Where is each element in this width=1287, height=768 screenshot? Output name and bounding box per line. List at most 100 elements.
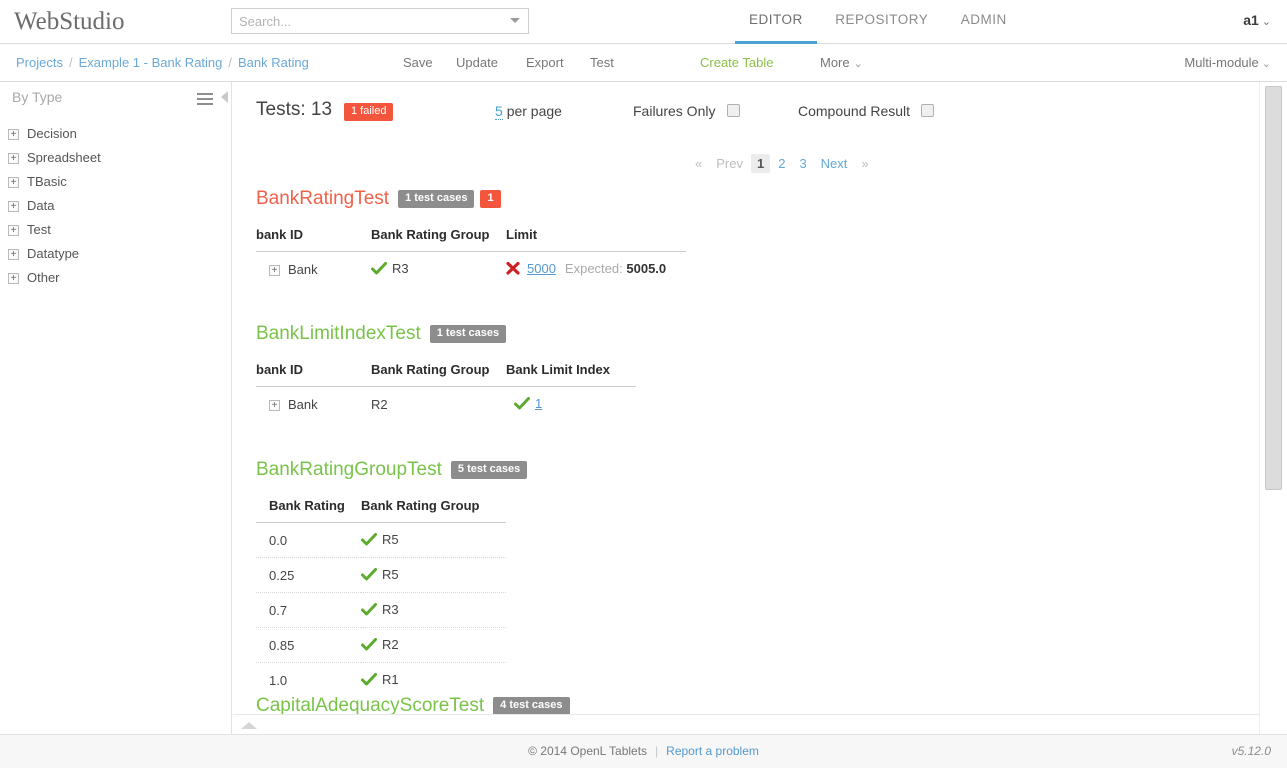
test-header: BankRatingTest1 test cases1 bbox=[256, 188, 686, 210]
pager-last[interactable]: » bbox=[855, 154, 874, 173]
table-row: 0.85 R2 bbox=[256, 628, 506, 663]
test-title[interactable]: BankRatingTest bbox=[256, 188, 389, 210]
pager-first[interactable]: « bbox=[689, 154, 708, 173]
more-button[interactable]: More⌄ bbox=[820, 55, 863, 70]
test-cases-badge: 5 test cases bbox=[451, 461, 527, 479]
top-header-bar: WebStudio EDITOR REPOSITORY ADMIN a1⌄ bbox=[0, 0, 1287, 44]
check-icon bbox=[361, 673, 377, 689]
sidebar-item-label: Data bbox=[27, 198, 54, 213]
expand-icon[interactable]: + bbox=[8, 153, 19, 164]
cell-bank-id-label: Bank bbox=[288, 397, 318, 412]
expand-icon[interactable]: + bbox=[269, 400, 280, 411]
footer-content: © 2014 OpenL Tablets|Report a problem bbox=[0, 744, 1287, 758]
expand-icon[interactable]: + bbox=[8, 225, 19, 236]
cell-bank-rating: 0.0 bbox=[256, 523, 361, 558]
column-header-bank-id: bank ID bbox=[256, 362, 371, 387]
test-header: BankLimitIndexTest 1 test cases bbox=[256, 323, 636, 345]
cell-value: R5 bbox=[382, 532, 399, 547]
breadcrumb-item-example[interactable]: Example 1 - Bank Rating bbox=[79, 55, 223, 70]
expand-icon[interactable]: + bbox=[8, 177, 19, 188]
cell-bank-rating-group: R5 bbox=[361, 523, 506, 558]
sidebar-item-decision[interactable]: + Decision bbox=[0, 122, 232, 146]
cell-limit: 5000Expected: 5005.0 bbox=[506, 252, 686, 287]
search-box[interactable] bbox=[231, 8, 529, 34]
sidebar-item-data[interactable]: + Data bbox=[0, 194, 232, 218]
sidebar-item-tbasic[interactable]: + TBasic bbox=[0, 170, 232, 194]
pager-prev[interactable]: Prev bbox=[710, 154, 749, 173]
cell-bank-id-label: Bank bbox=[288, 262, 318, 277]
create-table-button[interactable]: Create Table bbox=[700, 55, 773, 70]
page-title: Tests: 13 bbox=[256, 99, 332, 121]
cell-bank-limit-index: 1 bbox=[506, 387, 636, 422]
nav-tab-admin[interactable]: ADMIN bbox=[947, 0, 1021, 44]
update-button[interactable]: Update bbox=[456, 55, 498, 70]
pagination: «Prev123Next» bbox=[688, 154, 876, 173]
cell-value: R2 bbox=[382, 637, 399, 652]
sidebar-item-label: Datatype bbox=[27, 246, 79, 261]
copyright-text: © 2014 OpenL Tablets bbox=[528, 744, 647, 758]
cell-bank-rating-group: R2 bbox=[371, 387, 506, 422]
panel-resize-bar[interactable] bbox=[233, 714, 1259, 734]
sidebar-item-label: Spreadsheet bbox=[27, 150, 101, 165]
cell-value[interactable]: 1 bbox=[535, 396, 542, 411]
failures-only-checkbox[interactable] bbox=[727, 104, 740, 117]
sidebar-item-other[interactable]: +Other bbox=[0, 266, 232, 290]
per-page-value[interactable]: 5 bbox=[495, 103, 503, 120]
vertical-scrollbar[interactable] bbox=[1259, 82, 1287, 734]
test-title[interactable]: BankRatingGroupTest bbox=[256, 459, 442, 481]
app-logo: WebStudio bbox=[14, 8, 125, 36]
test-results-panel: Tests: 13 1 failed 5 per page Failures O… bbox=[233, 82, 1259, 734]
table-row: 0.7 R3 bbox=[256, 593, 506, 628]
scrollbar-thumb[interactable] bbox=[1265, 86, 1282, 490]
test-results-table: bank ID Bank Rating Group Limit + Bank bbox=[256, 227, 686, 286]
failures-only-label: Failures Only bbox=[633, 103, 715, 119]
multimodule-selector[interactable]: Multi-module⌄ bbox=[1184, 55, 1271, 70]
report-problem-link[interactable]: Report a problem bbox=[666, 744, 759, 758]
cell-value: R5 bbox=[382, 567, 399, 582]
cell-value: R3 bbox=[392, 261, 409, 276]
test-results-table: bank ID Bank Rating Group Bank Limit Ind… bbox=[256, 362, 636, 421]
sidebar-item-label: Decision bbox=[27, 126, 77, 141]
check-icon bbox=[361, 603, 377, 619]
table-header-row: bank ID Bank Rating Group Limit bbox=[256, 227, 686, 252]
column-header-bank-rating-group: Bank Rating Group bbox=[371, 362, 506, 387]
save-button[interactable]: Save bbox=[403, 55, 433, 70]
toolbar: Projects/Example 1 - Bank Rating/Bank Ra… bbox=[0, 44, 1287, 82]
cell-actual-value[interactable]: 5000 bbox=[527, 261, 556, 276]
nav-tab-editor[interactable]: EDITOR bbox=[735, 0, 817, 44]
column-header-bank-rating: Bank Rating bbox=[256, 498, 361, 523]
expand-icon[interactable]: + bbox=[8, 201, 19, 212]
compound-result-checkbox[interactable] bbox=[921, 104, 934, 117]
collapse-up-icon[interactable] bbox=[241, 722, 257, 729]
pager-next[interactable]: Next bbox=[815, 154, 854, 173]
sidebar-item-datatype[interactable]: + Datatype bbox=[0, 242, 232, 266]
breadcrumb-item-projects[interactable]: Projects bbox=[16, 55, 63, 70]
sidebar-item-spreadsheet[interactable]: + Spreadsheet bbox=[0, 146, 232, 170]
cell-bank-rating-group: R3 bbox=[371, 252, 506, 287]
sidebar-title: By Type bbox=[12, 89, 62, 105]
sidebar-item-test[interactable]: +Test bbox=[0, 218, 232, 242]
expand-icon[interactable]: + bbox=[8, 249, 19, 260]
collapse-left-icon[interactable] bbox=[221, 91, 228, 103]
user-menu[interactable]: a1⌄ bbox=[1243, 12, 1271, 28]
main-navigation: EDITOR REPOSITORY ADMIN bbox=[735, 0, 1021, 44]
test-title[interactable]: BankLimitIndexTest bbox=[256, 323, 421, 345]
chevron-down-icon[interactable] bbox=[510, 18, 520, 23]
search-input[interactable] bbox=[232, 9, 504, 33]
breadcrumb-separator: / bbox=[69, 55, 73, 70]
expand-icon[interactable]: + bbox=[269, 265, 280, 276]
table-row: + Bank R3 5000Expected: 5005.0 bbox=[256, 252, 686, 287]
export-button[interactable]: Export bbox=[526, 55, 564, 70]
chevron-down-icon: ⌄ bbox=[854, 58, 863, 70]
expand-icon[interactable]: + bbox=[8, 129, 19, 140]
nav-tab-repository[interactable]: REPOSITORY bbox=[821, 0, 942, 44]
breadcrumb-item-bank-rating[interactable]: Bank Rating bbox=[238, 55, 309, 70]
sidebar-item-label: TBasic bbox=[27, 174, 67, 189]
hamburger-menu-icon[interactable] bbox=[197, 93, 213, 108]
cell-bank-rating: 0.25 bbox=[256, 558, 361, 593]
test-cases-badge: 1 test cases bbox=[430, 325, 506, 343]
pager-page-3[interactable]: 3 bbox=[793, 154, 812, 173]
expand-icon[interactable]: + bbox=[8, 273, 19, 284]
pager-page-1[interactable]: 1 bbox=[751, 154, 770, 173]
pager-page-2[interactable]: 2 bbox=[772, 154, 791, 173]
